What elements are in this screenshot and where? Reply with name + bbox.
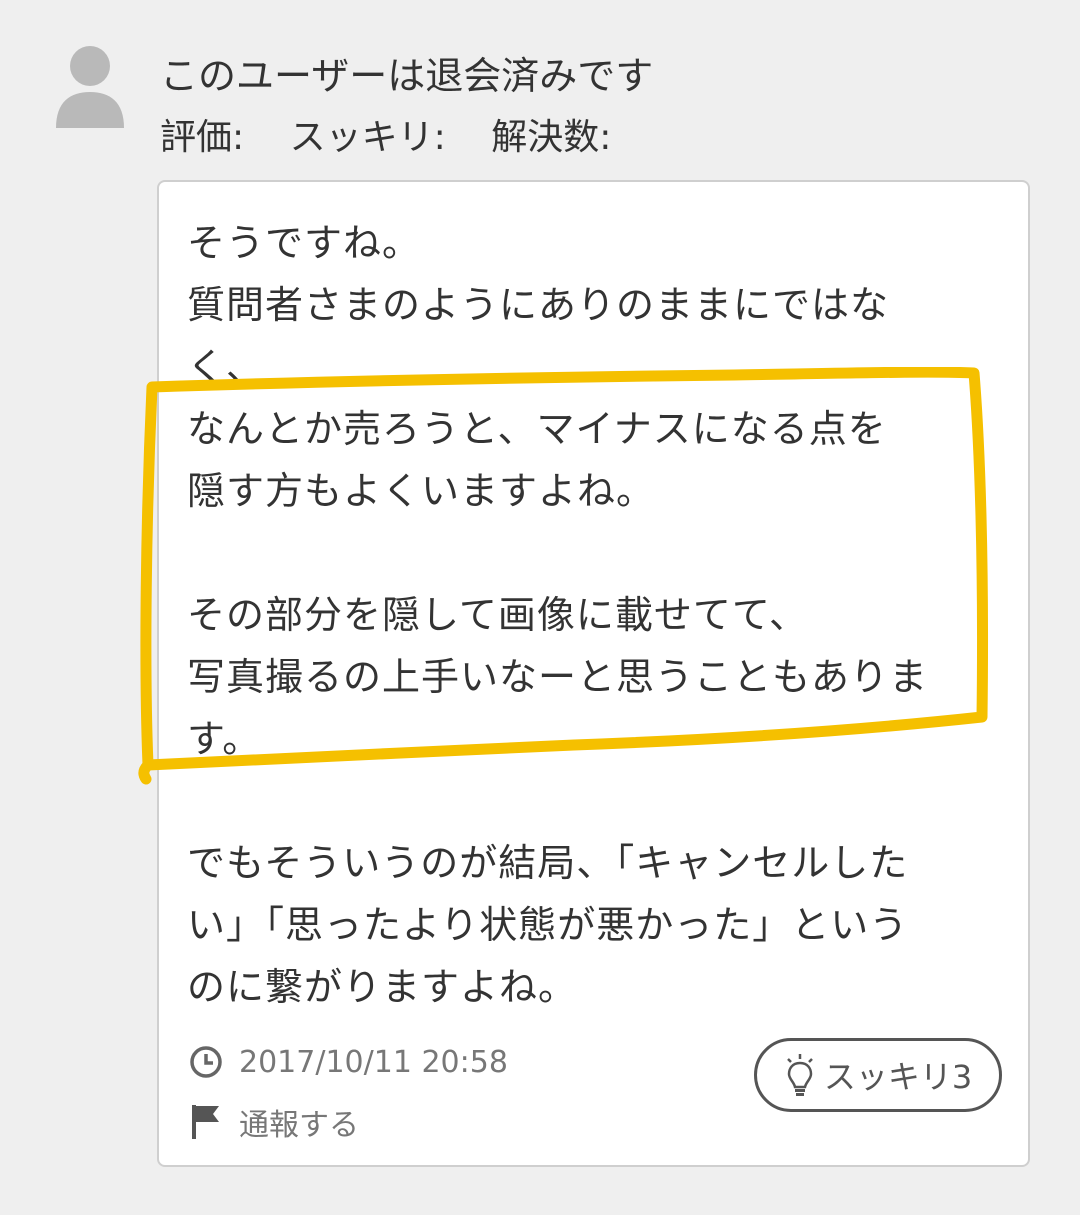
answer-paragraph: そうですね。 質問者さまのようにありのままにではな く、 なんとか売ろうと、マイ…: [187, 212, 987, 522]
answer-line: す。: [187, 717, 262, 761]
answer-line: そうですね。: [187, 221, 422, 265]
stat-rating: 評価:: [160, 117, 245, 158]
answer-line: い」「思ったより状態が悪かった」という: [187, 903, 909, 947]
answer-line: なんとか売ろうと、マイナスになる点を: [187, 407, 887, 451]
sukkiri-button[interactable]: スッキリ3: [754, 1038, 1002, 1112]
answer-line: 写真撮るの上手いなーと思うこともありま: [187, 655, 929, 699]
flag-icon: [192, 1105, 219, 1139]
answer-line: のに繋がりますよね。: [187, 965, 578, 1009]
answer-paragraph: でもそういうのが結局、「キャンセルした い」「思ったより状態が悪かった」という …: [187, 832, 987, 1018]
user-stats: 評価: スッキリ: 解決数:: [160, 112, 645, 164]
answer-body: そうですね。 質問者さまのようにありのままにではな く、 なんとか売ろうと、マイ…: [187, 212, 987, 1080]
answer-meta: 2017/10/11 20:58 通報する: [189, 1040, 508, 1144]
sukkiri-label: スッキリ3: [823, 1058, 973, 1096]
timestamp-row: 2017/10/11 20:58: [189, 1040, 508, 1084]
lightbulb-icon: [786, 1054, 813, 1096]
answer-line: でもそういうのが結局、「キャンセルした: [187, 841, 909, 885]
answer-line: その部分を隠して画像に載せてて、: [187, 593, 808, 637]
answer-line: 質問者さまのようにありのままにではな: [187, 283, 890, 327]
answer-card: そうですね。 質問者さまのようにありのままにではな く、 なんとか売ろうと、マイ…: [138, 180, 1030, 1167]
username[interactable]: このユーザーは退会済みです: [160, 50, 653, 102]
answer-line: く、: [187, 345, 266, 389]
answer-line: 隠す方もよくいますよね。: [187, 469, 656, 513]
avatar-icon: [56, 46, 124, 128]
clock-icon: [190, 1046, 222, 1078]
report-label: 通報する: [239, 1108, 359, 1143]
answer-paragraph: その部分を隠して画像に載せてて、 写真撮るの上手いなーと思うこともありま す。: [187, 584, 987, 770]
timestamp: 2017/10/11 20:58: [239, 1044, 508, 1080]
stat-solved: 解決数:: [491, 117, 612, 158]
report-link[interactable]: 通報する: [189, 1100, 508, 1144]
stat-sukkiri: スッキリ:: [289, 117, 446, 158]
